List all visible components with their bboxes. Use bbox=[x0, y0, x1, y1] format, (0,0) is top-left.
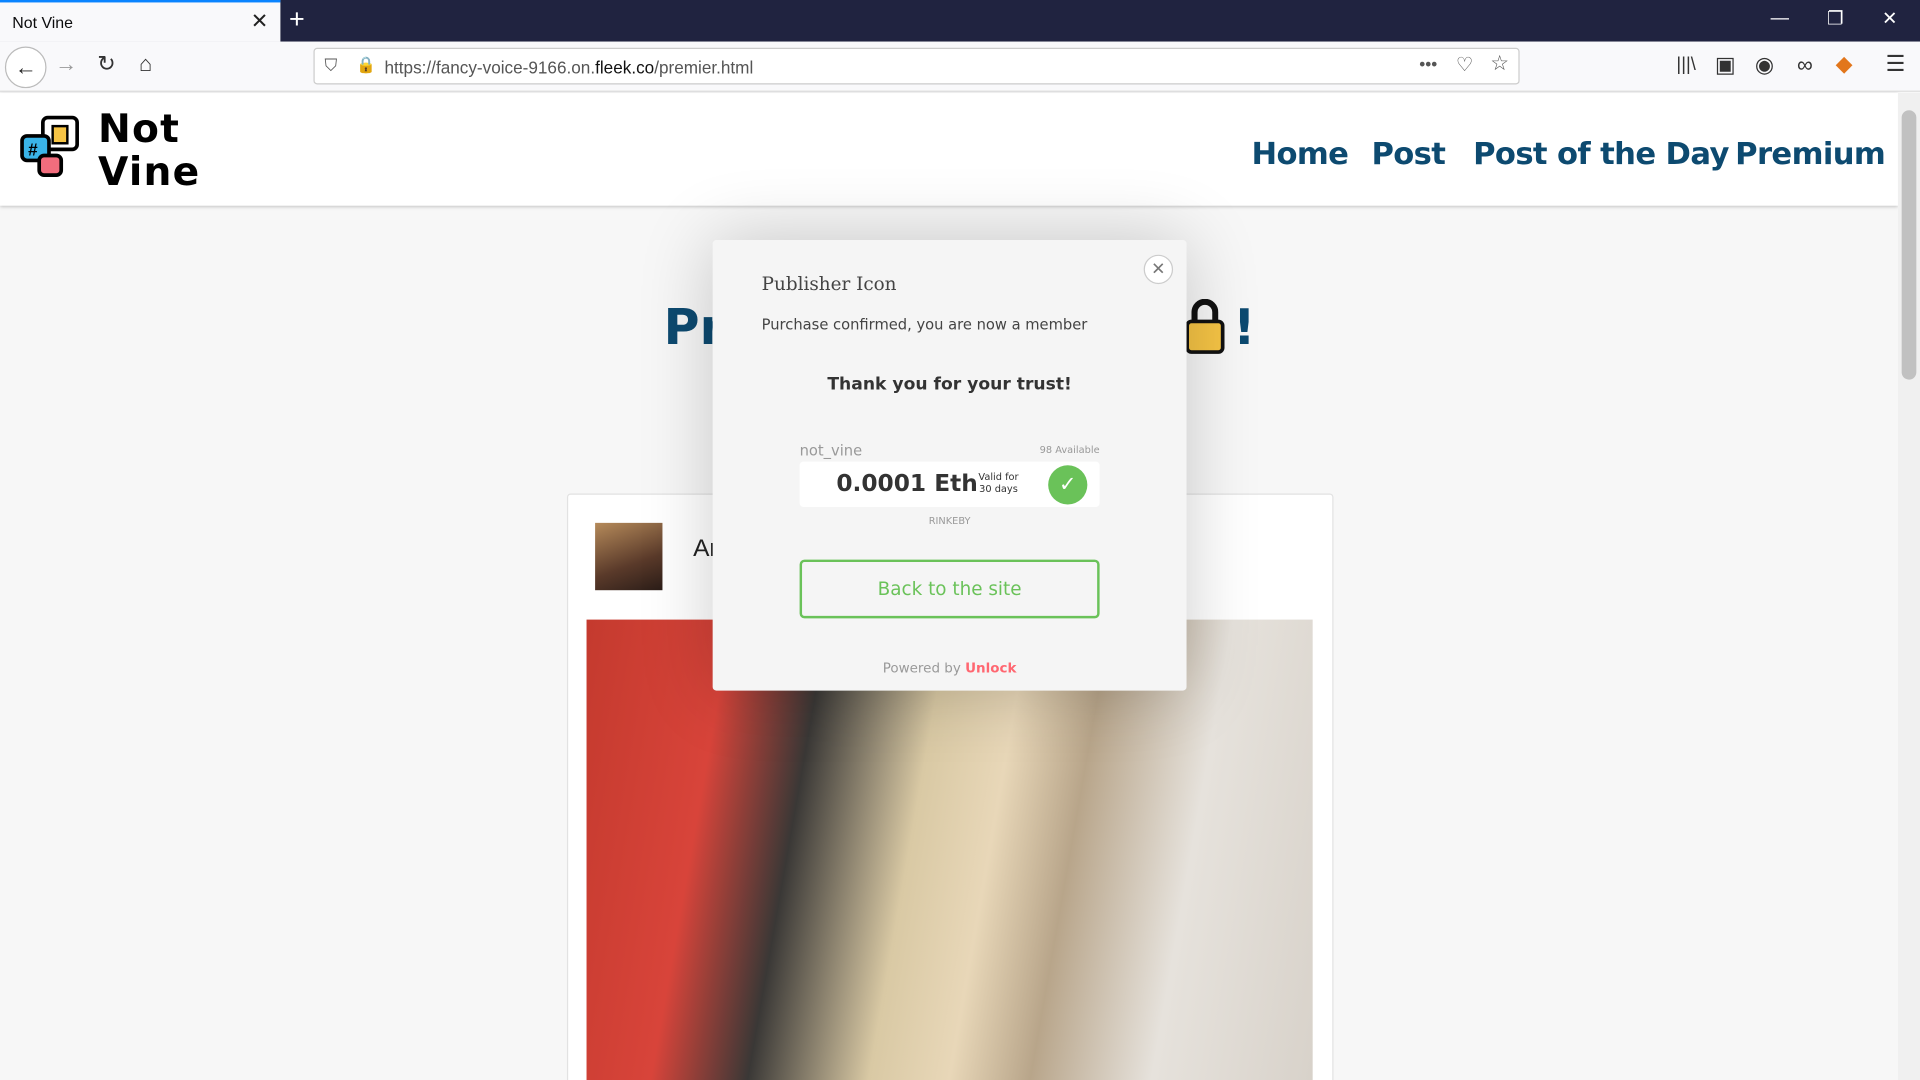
heading-exclamation: ! bbox=[1233, 300, 1256, 357]
new-tab-icon[interactable]: + bbox=[289, 4, 305, 36]
restore-icon[interactable]: ❐ bbox=[1827, 7, 1843, 30]
nav-home[interactable]: Home bbox=[1251, 136, 1348, 172]
author-avatar[interactable] bbox=[595, 522, 663, 591]
more-icon[interactable]: ••• bbox=[1419, 54, 1437, 74]
menu-icon[interactable]: ☰ bbox=[1880, 51, 1912, 77]
back-icon[interactable]: ← bbox=[4, 46, 47, 89]
nav-premium[interactable]: Premium bbox=[1735, 136, 1886, 172]
available-count: 98 Available bbox=[1039, 444, 1100, 456]
key-price: 0.0001 Eth bbox=[836, 470, 978, 498]
pocket-icon[interactable]: ♡ bbox=[1456, 53, 1474, 77]
scrollbar-thumb[interactable] bbox=[1901, 110, 1917, 380]
lock-name: not_vine bbox=[799, 442, 863, 460]
url-path: /premier.html bbox=[654, 57, 754, 78]
nav-post-of-the-day[interactable]: Post of the Day bbox=[1473, 136, 1729, 172]
unlock-logo: Unlock bbox=[965, 660, 1017, 676]
tab-title: Not Vine bbox=[12, 13, 74, 32]
browser-tab[interactable]: Not Vine ✕ bbox=[0, 0, 281, 42]
close-modal-icon[interactable]: ✕ bbox=[1143, 254, 1174, 285]
close-tab-icon[interactable]: ✕ bbox=[251, 10, 268, 34]
padlock-icon bbox=[1183, 298, 1227, 355]
reload-icon[interactable]: ↻ bbox=[91, 51, 123, 77]
address-bar[interactable]: ⛉ 🔒 https://fancy-voice-9166.on.fleek.co… bbox=[313, 47, 1520, 85]
svg-text:#: # bbox=[28, 140, 38, 160]
lock-icon[interactable]: 🔒 bbox=[356, 55, 376, 75]
url-domain: fleek.co bbox=[595, 57, 655, 78]
powered-by[interactable]: Powered by Unlock bbox=[713, 660, 1187, 676]
network-label: RINKEBY bbox=[928, 515, 971, 527]
url-prefix: https://fancy-voice-9166.on. bbox=[384, 57, 596, 78]
minimize-icon[interactable]: — bbox=[1771, 7, 1789, 28]
unlock-checkout-modal: ✕ Publisher Icon Purchase confirmed, you… bbox=[712, 240, 1187, 691]
extension-icon[interactable]: ∞ bbox=[1789, 53, 1821, 79]
publisher-name: Publisher Icon bbox=[761, 273, 897, 296]
library-icon[interactable]: |||\ bbox=[1670, 54, 1702, 75]
logo-icon: # bbox=[20, 115, 79, 177]
metamask-fox-icon[interactable]: ◆ bbox=[1828, 51, 1860, 77]
logo-text[interactable]: Not Vine bbox=[98, 107, 200, 194]
nav-post[interactable]: Post bbox=[1371, 136, 1446, 172]
sidebar-icon[interactable]: ▣ bbox=[1709, 53, 1741, 79]
bookmark-star-icon[interactable]: ☆ bbox=[1490, 51, 1509, 75]
forward-icon[interactable]: → bbox=[50, 51, 82, 77]
home-icon[interactable]: ⌂ bbox=[130, 51, 162, 77]
thanks-message: Thank you for your trust! bbox=[827, 374, 1072, 395]
membership-key-card: 0.0001 Eth Valid for 30 days ✓ bbox=[799, 461, 1100, 507]
back-to-site-button[interactable]: Back to the site bbox=[799, 559, 1100, 619]
checkmark-icon: ✓ bbox=[1048, 465, 1088, 505]
shield-icon[interactable]: ⛉ bbox=[324, 55, 337, 76]
account-icon[interactable]: ◉ bbox=[1749, 53, 1781, 79]
window-close-icon[interactable]: ✕ bbox=[1882, 7, 1897, 30]
key-validity: Valid for 30 days bbox=[978, 471, 1019, 495]
purchase-status: Purchase confirmed, you are now a member bbox=[761, 315, 1088, 334]
